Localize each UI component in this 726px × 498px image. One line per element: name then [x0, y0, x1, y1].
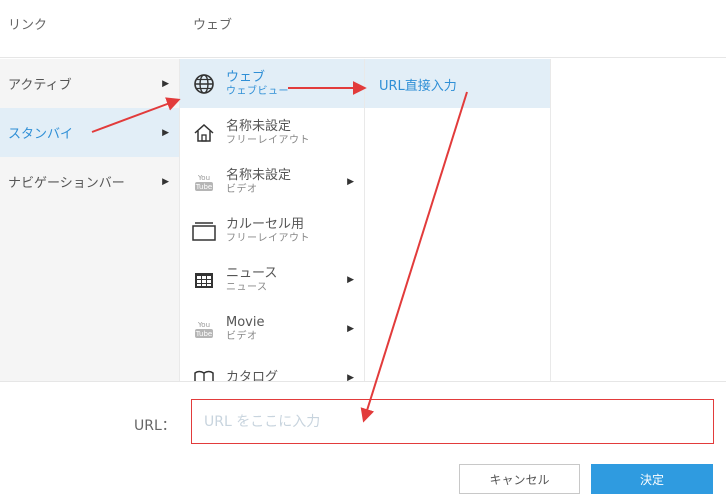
column2-title: ウェブ: [193, 18, 233, 33]
home-icon: [192, 121, 216, 145]
page-item-name: 名称未設定: [226, 118, 292, 134]
page-item-name: カタログ: [226, 370, 279, 381]
ok-button[interactable]: 決定: [591, 464, 713, 494]
url-direct-input-label: URL直接入力: [379, 79, 457, 94]
page-item-name: ウェブ: [226, 69, 266, 85]
svg-text:Tube: Tube: [195, 183, 212, 191]
chevron-right-icon: ▶: [347, 323, 354, 334]
page-item-type: ニュース: [226, 281, 268, 293]
url-direct-input-option[interactable]: URL直接入力: [365, 59, 550, 108]
link-type-active[interactable]: アクティブ ▶: [0, 59, 179, 108]
page-item-name: 名称未設定: [226, 167, 292, 183]
column1-title: リンク: [8, 18, 48, 33]
page-item-type: ビデオ: [226, 183, 258, 195]
chevron-right-icon: ▶: [347, 372, 354, 382]
page-item-carousel[interactable]: カルーセル用 フリーレイアウト: [180, 206, 364, 255]
news-icon: [192, 268, 216, 292]
url-input[interactable]: [191, 399, 714, 444]
page-item-type: フリーレイアウト: [226, 232, 310, 244]
chevron-right-icon: ▶: [347, 274, 354, 285]
page-item-type: フリーレイアウト: [226, 134, 310, 146]
book-icon: [192, 366, 216, 381]
page-item-type: ウェブビュー: [226, 85, 289, 97]
carousel-icon: [192, 219, 216, 243]
page-item-type: ビデオ: [226, 330, 258, 342]
web-option-column: URL直接入力: [365, 59, 551, 381]
svg-text:You: You: [197, 321, 210, 329]
link-type-navigation-bar[interactable]: ナビゲーションバー ▶: [0, 157, 179, 206]
link-type-label: アクティブ: [8, 78, 72, 93]
link-type-standby[interactable]: スタンバイ ▶: [0, 108, 179, 157]
cancel-button[interactable]: キャンセル: [459, 464, 580, 494]
globe-icon: [192, 72, 216, 96]
page-item-text: カタログ: [226, 370, 278, 381]
page-item-text: 名称未設定 ビデオ: [226, 168, 291, 196]
youtube-icon: You Tube: [192, 170, 216, 194]
youtube-icon: You Tube: [192, 317, 216, 341]
page-list-column: ウェブ ウェブビュー 名称未設定 フリーレイアウト You Tube 名称未設定 …: [180, 59, 365, 381]
page-item-web[interactable]: ウェブ ウェブビュー: [180, 59, 364, 108]
page-item-text: ニュース ニュース: [226, 266, 277, 294]
link-type-label: スタンバイ: [8, 127, 74, 142]
page-item-untitled-free[interactable]: 名称未設定 フリーレイアウト: [180, 108, 364, 157]
url-form: URL： キャンセル 決定: [0, 381, 726, 498]
link-type-column: アクティブ ▶ スタンバイ ▶ ナビゲーションバー ▶: [0, 59, 180, 381]
chevron-right-icon: ▶: [162, 127, 169, 138]
header: リンク ウェブ: [0, 0, 726, 58]
page-item-news[interactable]: ニュース ニュース ▶: [180, 255, 364, 304]
page-item-name: Movie: [226, 314, 265, 330]
page-item-untitled-video[interactable]: You Tube 名称未設定 ビデオ ▶: [180, 157, 364, 206]
page-item-text: 名称未設定 フリーレイアウト: [226, 119, 310, 147]
page-item-catalog[interactable]: カタログ ▶: [180, 353, 364, 381]
url-label: URL：: [134, 418, 176, 434]
svg-text:Tube: Tube: [195, 330, 212, 338]
page-item-text: ウェブ ウェブビュー: [226, 70, 289, 98]
page-item-name: カルーセル用: [226, 216, 305, 232]
chevron-right-icon: ▶: [162, 176, 169, 187]
page-item-name: ニュース: [226, 265, 278, 281]
link-type-label: ナビゲーションバー: [8, 176, 125, 191]
chevron-right-icon: ▶: [347, 176, 354, 187]
page-item-movie[interactable]: You Tube Movie ビデオ ▶: [180, 304, 364, 353]
chevron-right-icon: ▶: [162, 78, 169, 89]
page-item-text: カルーセル用 フリーレイアウト: [226, 217, 310, 245]
svg-text:You: You: [197, 174, 210, 182]
page-item-text: Movie ビデオ: [226, 315, 264, 343]
